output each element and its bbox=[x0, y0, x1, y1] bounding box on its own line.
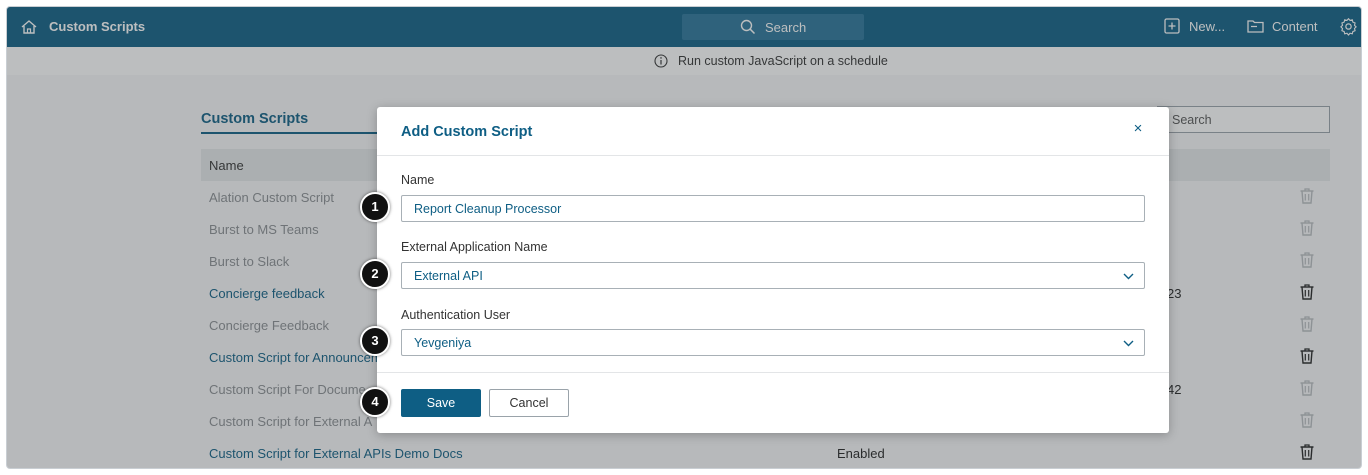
dialog-header-divider bbox=[377, 155, 1169, 156]
auth-user-select[interactable]: Yevgeniya bbox=[401, 329, 1145, 356]
name-input-value: Report Cleanup Processor bbox=[414, 202, 562, 216]
step-marker-2: 2 bbox=[360, 259, 390, 289]
chevron-down-icon bbox=[1123, 273, 1134, 280]
external-app-label: External Application Name bbox=[401, 240, 548, 254]
name-field-label: Name bbox=[401, 173, 435, 187]
step-marker-4: 4 bbox=[360, 387, 390, 417]
external-app-select[interactable]: External API bbox=[401, 262, 1145, 289]
name-input[interactable]: Report Cleanup Processor bbox=[401, 195, 1145, 222]
step-marker-1: 1 bbox=[360, 192, 390, 222]
add-custom-script-dialog: Add Custom Script × Name Report Cleanup … bbox=[377, 107, 1169, 433]
step-marker-3: 3 bbox=[360, 326, 390, 356]
chevron-down-icon bbox=[1123, 340, 1134, 347]
auth-user-label: Authentication User bbox=[401, 308, 511, 322]
save-button[interactable]: Save bbox=[401, 389, 481, 417]
close-icon[interactable]: × bbox=[1131, 121, 1145, 136]
dialog-footer-divider bbox=[377, 372, 1169, 373]
dialog-title: Add Custom Script bbox=[401, 124, 533, 140]
external-app-value: External API bbox=[414, 269, 483, 283]
cancel-button[interactable]: Cancel bbox=[489, 389, 569, 417]
app-window: Custom Scripts Search New... Content Run… bbox=[6, 6, 1362, 469]
auth-user-value: Yevgeniya bbox=[414, 336, 472, 350]
